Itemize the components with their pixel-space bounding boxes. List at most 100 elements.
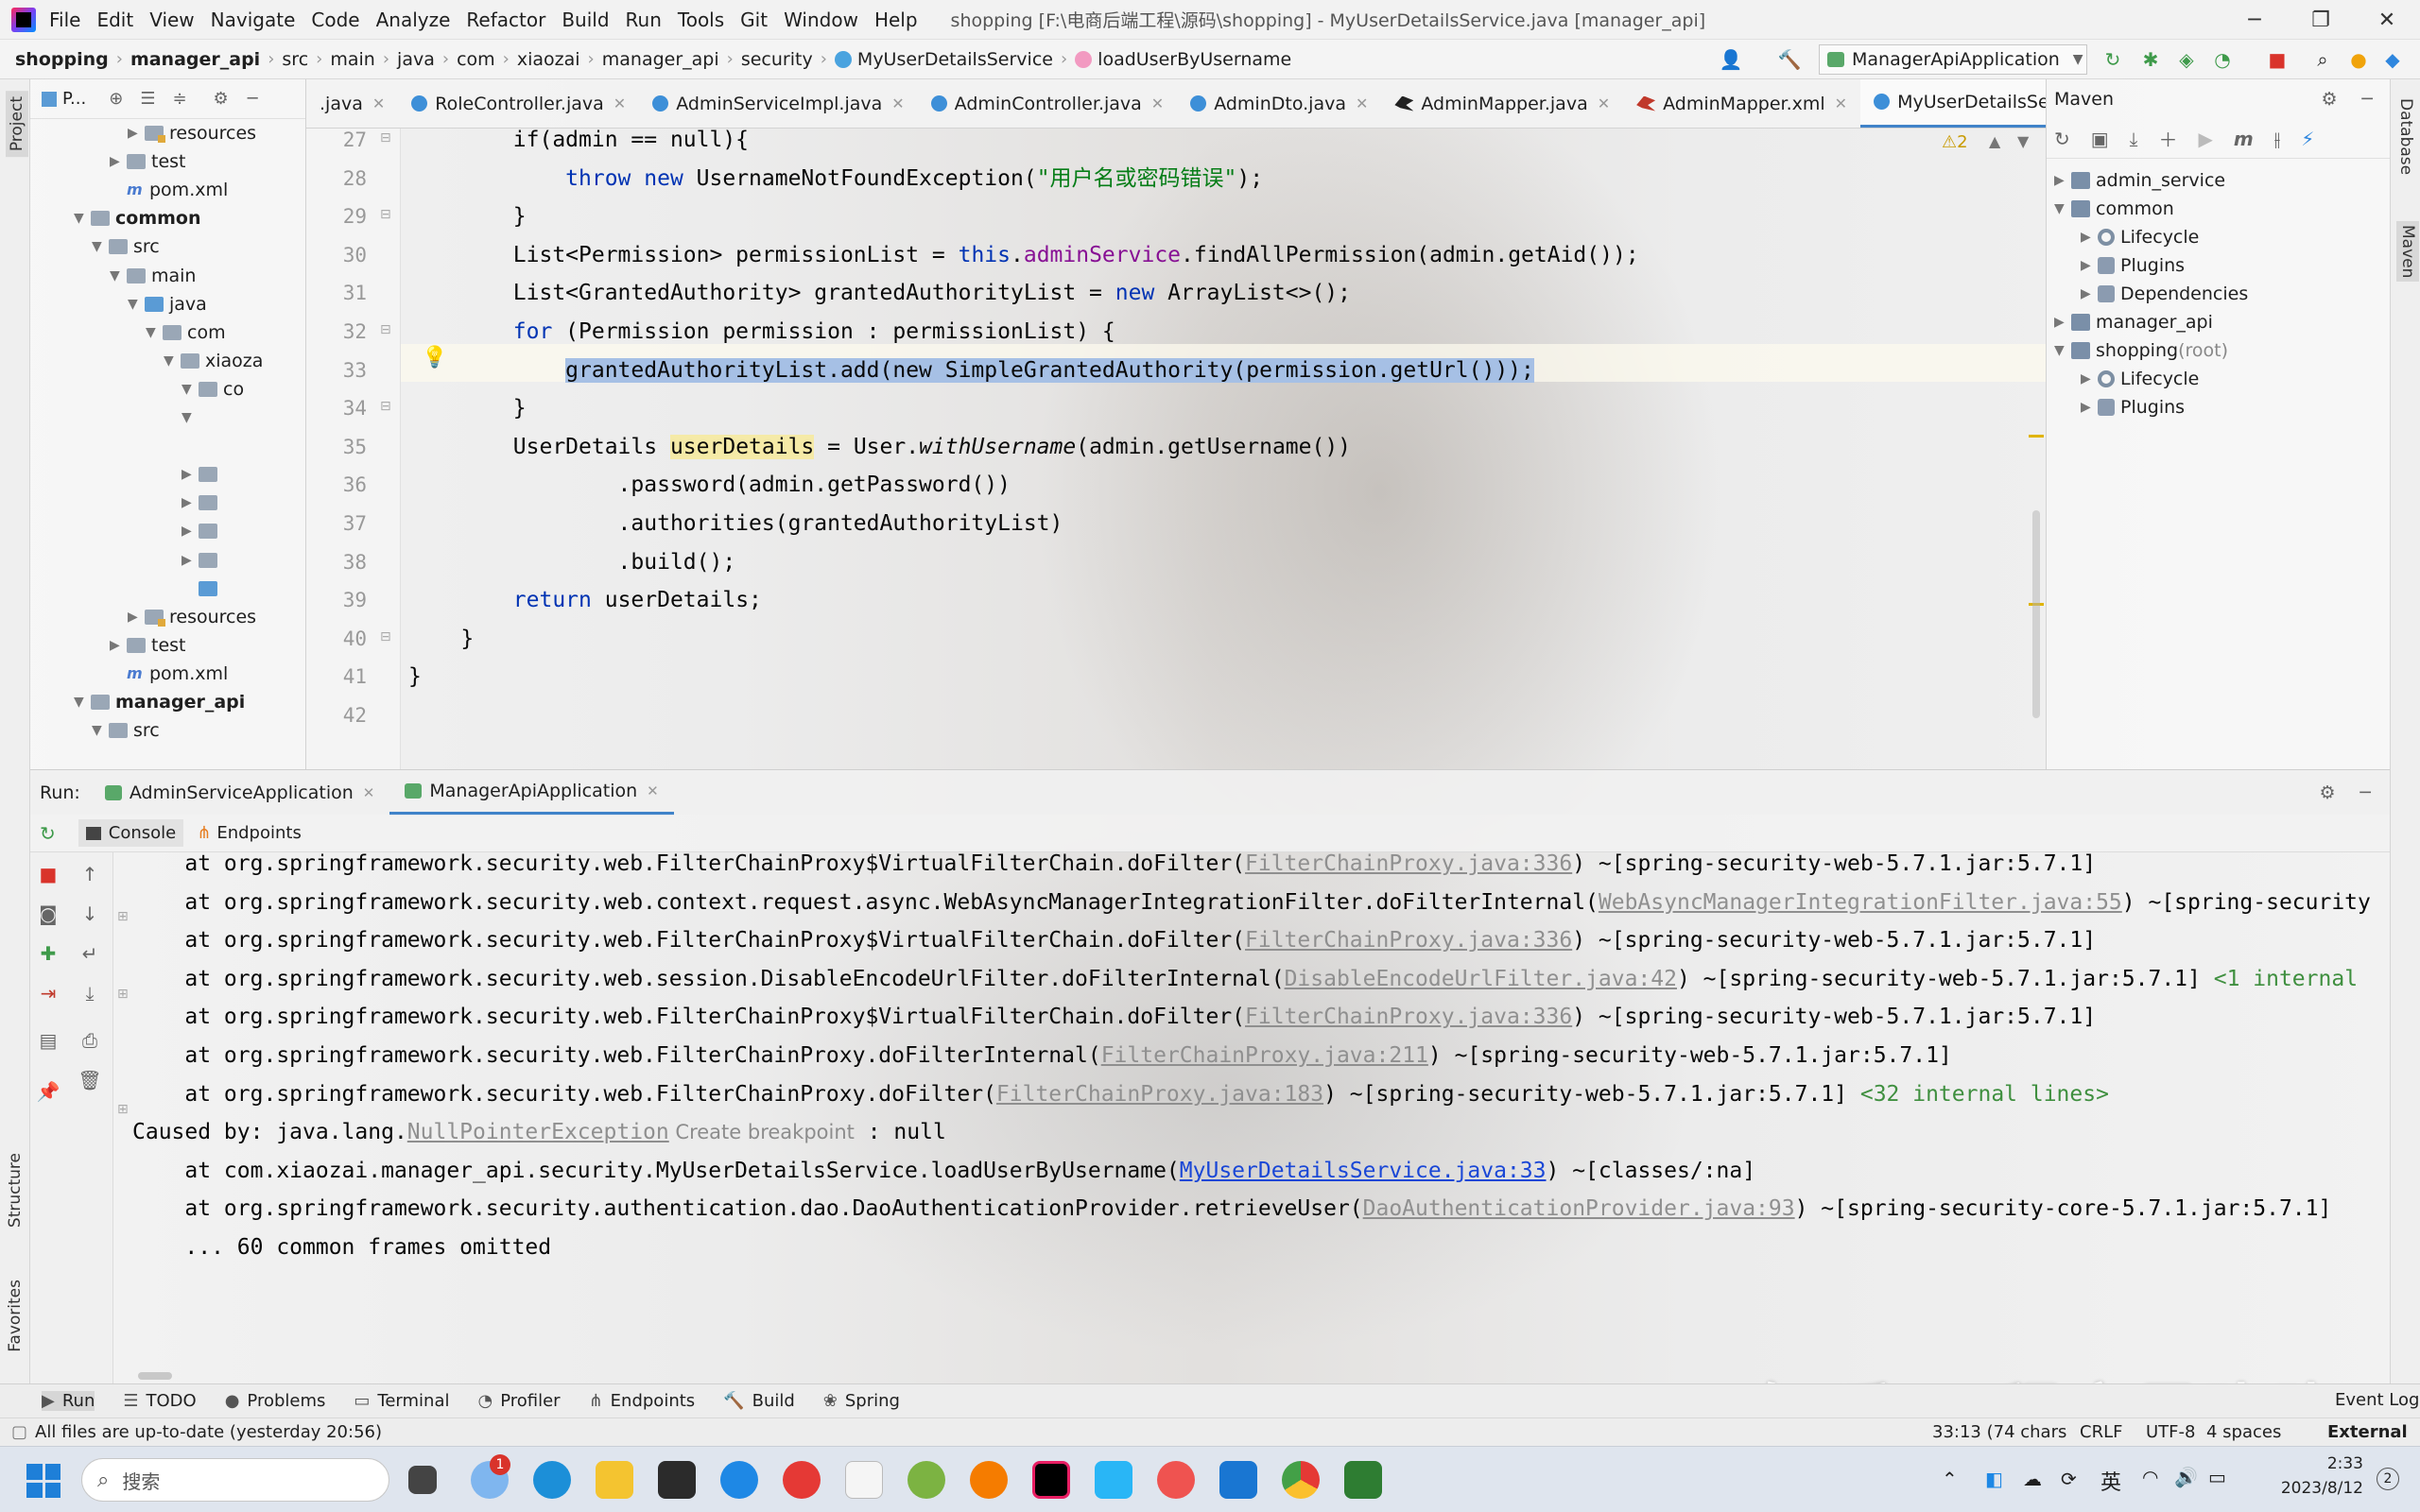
tray-app-icon[interactable]: ◧ [1985, 1468, 2003, 1490]
gear-icon[interactable]: ⚙ [2322, 89, 2338, 110]
stacktrace-link[interactable]: MyUserDetailsService.java:33 [1180, 1159, 1547, 1183]
chevron-right-icon[interactable]: ▶ [182, 524, 199, 539]
stacktrace-link[interactable]: FilterChainProxy.java:336 [1245, 1005, 1572, 1029]
project-tree-row[interactable]: ▶ test [110, 147, 186, 176]
add-icon[interactable]: ＋ [2159, 125, 2178, 152]
maven-tree-row[interactable]: ▼ common [2054, 195, 2174, 223]
editor-tab[interactable]: RoleController.java ✕ [398, 79, 639, 128]
locate-icon[interactable]: ⊕ [109, 89, 123, 109]
chevron-right-icon[interactable]: ▶ [2081, 258, 2098, 273]
project-tree-row[interactable]: ▼ java [128, 290, 207, 318]
app-icon[interactable] [908, 1461, 945, 1499]
code-line[interactable]: } [408, 658, 422, 696]
run-icon[interactable]: ▶ [2199, 128, 2213, 150]
taskbar-search[interactable]: ⌕ 搜索 [81, 1458, 389, 1502]
scroll-down-icon[interactable]: ↓ [78, 902, 102, 926]
code-line[interactable]: if(admin == null){ [408, 129, 749, 159]
maven-tree-row[interactable]: ▶ Plugins [2081, 393, 2185, 421]
task-view-icon[interactable] [408, 1466, 437, 1494]
chevron-right-icon[interactable]: ▶ [2081, 230, 2098, 245]
menu-window[interactable]: Window [784, 9, 858, 31]
breadcrumb-item[interactable]: java [397, 49, 435, 70]
fold-marker-icon[interactable]: ⊟ [380, 322, 391, 337]
stacktrace-link[interactable]: WebAsyncManagerIntegrationFilter.java:55 [1599, 890, 2122, 915]
console-line[interactable]: at org.springframework.security.web.cont… [132, 884, 2371, 921]
project-tree-row[interactable]: ▼ manager_api [74, 688, 245, 716]
reload-icon[interactable]: ↻ [2054, 128, 2070, 150]
chevron-down-icon[interactable]: ▼ [2017, 132, 2029, 150]
code-line[interactable]: throw new UsernameNotFoundException("用户名… [408, 160, 1263, 198]
layout-icon[interactable]: ▤ [36, 1028, 60, 1053]
close-icon[interactable]: ✕ [1356, 94, 1368, 112]
structure-tool-button[interactable]: Structure [6, 1153, 25, 1228]
search-everywhere-icon[interactable]: ⌕ [2310, 47, 2335, 72]
console-line[interactable]: at org.springframework.security.web.Filt… [132, 852, 2096, 883]
code-editor[interactable]: if(admin == null){ throw new UsernameNot… [401, 129, 2046, 769]
console-line[interactable]: at com.xiaozai.manager_api.security.MyUs… [132, 1152, 1755, 1190]
chevron-down-icon[interactable]: ▼ [74, 695, 91, 710]
editor-tab[interactable]: AdminDto.java ✕ [1177, 79, 1381, 128]
project-tree-row[interactable]: ▶ resources [128, 603, 256, 631]
app-icon[interactable] [1157, 1461, 1195, 1499]
console-horizontal-scrollbar[interactable] [138, 1372, 172, 1380]
chevron-down-icon[interactable]: ▼ [2054, 343, 2071, 358]
line-separator[interactable]: CRLF [2080, 1422, 2122, 1442]
project-tree-row[interactable]: ▼ main [110, 262, 196, 290]
chevron-down-icon[interactable]: ▼ [182, 382, 199, 397]
tool-window-run[interactable]: ▶ Run [42, 1391, 95, 1411]
breadcrumb-item[interactable]: main [330, 49, 374, 70]
code-line[interactable]: .authorities(grantedAuthorityList) [408, 505, 1063, 542]
rerun-icon[interactable]: ↻ [2100, 47, 2125, 72]
code-line[interactable]: } [408, 620, 474, 658]
ime-indicator[interactable]: 英 [2100, 1466, 2121, 1496]
console-line[interactable]: ... 60 common frames omitted [132, 1228, 551, 1266]
project-tree-row[interactable]: m pom.xml [110, 660, 228, 688]
chevron-right-icon[interactable]: ▶ [2054, 173, 2071, 188]
menu-help[interactable]: Help [874, 9, 918, 31]
console-line[interactable]: at org.springframework.security.web.Filt… [132, 921, 2096, 959]
chevron-right-icon[interactable]: ▶ [2081, 400, 2098, 415]
chevron-right-icon[interactable]: ▶ [182, 553, 199, 568]
chevron-down-icon[interactable]: ▼ [92, 239, 109, 254]
code-line[interactable]: } [408, 198, 527, 235]
endpoints-tab[interactable]: ⋔ Endpoints [197, 823, 302, 843]
error-stripe-mark[interactable] [2029, 435, 2044, 438]
stacktrace-link[interactable]: FilterChainProxy.java:336 [1245, 852, 1572, 876]
console-output[interactable]: at org.springframework.security.web.Filt… [113, 852, 2390, 1383]
project-tree-row[interactable]: ▼ com [146, 318, 226, 347]
coverage-icon[interactable]: ◈ [2174, 47, 2199, 72]
project-tree-row[interactable]: ▶ [182, 517, 223, 545]
database-tool-button[interactable]: Database [2396, 98, 2415, 175]
editor-tab[interactable]: .java ✕ [306, 79, 398, 128]
breadcrumb-item[interactable]: xiaozai [517, 49, 580, 70]
code-line[interactable]: } [408, 389, 527, 427]
rerun-icon[interactable]: ↻ [40, 822, 56, 845]
close-icon[interactable]: ✕ [614, 94, 626, 112]
menu-git[interactable]: Git [740, 9, 768, 31]
tool-window-problems[interactable]: ● Problems [225, 1391, 326, 1411]
project-tree-row[interactable]: ▶ resources [128, 119, 256, 147]
tool-window-profiler[interactable]: ◔ Profiler [477, 1391, 560, 1411]
debug-icon[interactable]: ✱ [2138, 47, 2163, 72]
breadcrumb-item[interactable]: loadUserByUsername [1098, 49, 1291, 70]
intellij-taskbar-icon[interactable] [1032, 1461, 1070, 1499]
collapse-all-icon[interactable]: ≑ [172, 89, 186, 109]
chevron-right-icon[interactable]: ▶ [182, 467, 199, 482]
vscode-icon[interactable] [1219, 1461, 1257, 1499]
menu-refactor[interactable]: Refactor [466, 9, 545, 31]
minimize-button[interactable]: ─ [2221, 0, 2288, 40]
editor-tab[interactable]: AdminMapper.java ✕ [1381, 79, 1623, 128]
breadcrumb-item[interactable]: manager_api [602, 49, 719, 70]
maven-tree-row[interactable]: ▶ Lifecycle [2081, 223, 2199, 251]
gear-icon[interactable]: ⚙ [2320, 782, 2336, 803]
restore-layout-icon[interactable]: ✚ [36, 941, 60, 966]
project-tree-row[interactable] [38, 432, 55, 460]
editor-tab[interactable]: MyUserDetailsService.java✕ [1860, 79, 2046, 128]
console-tab[interactable]: Console [78, 819, 184, 847]
close-window-button[interactable]: ✕ [2354, 0, 2420, 40]
menu-view[interactable]: View [149, 9, 194, 31]
profile-icon[interactable]: ◔ [2210, 47, 2235, 72]
wifi-icon[interactable]: ◠ [2142, 1466, 2158, 1488]
maven-tree-row[interactable]: ▶ Lifecycle [2081, 365, 2199, 393]
clock-time[interactable]: 2:33 [2273, 1454, 2363, 1473]
